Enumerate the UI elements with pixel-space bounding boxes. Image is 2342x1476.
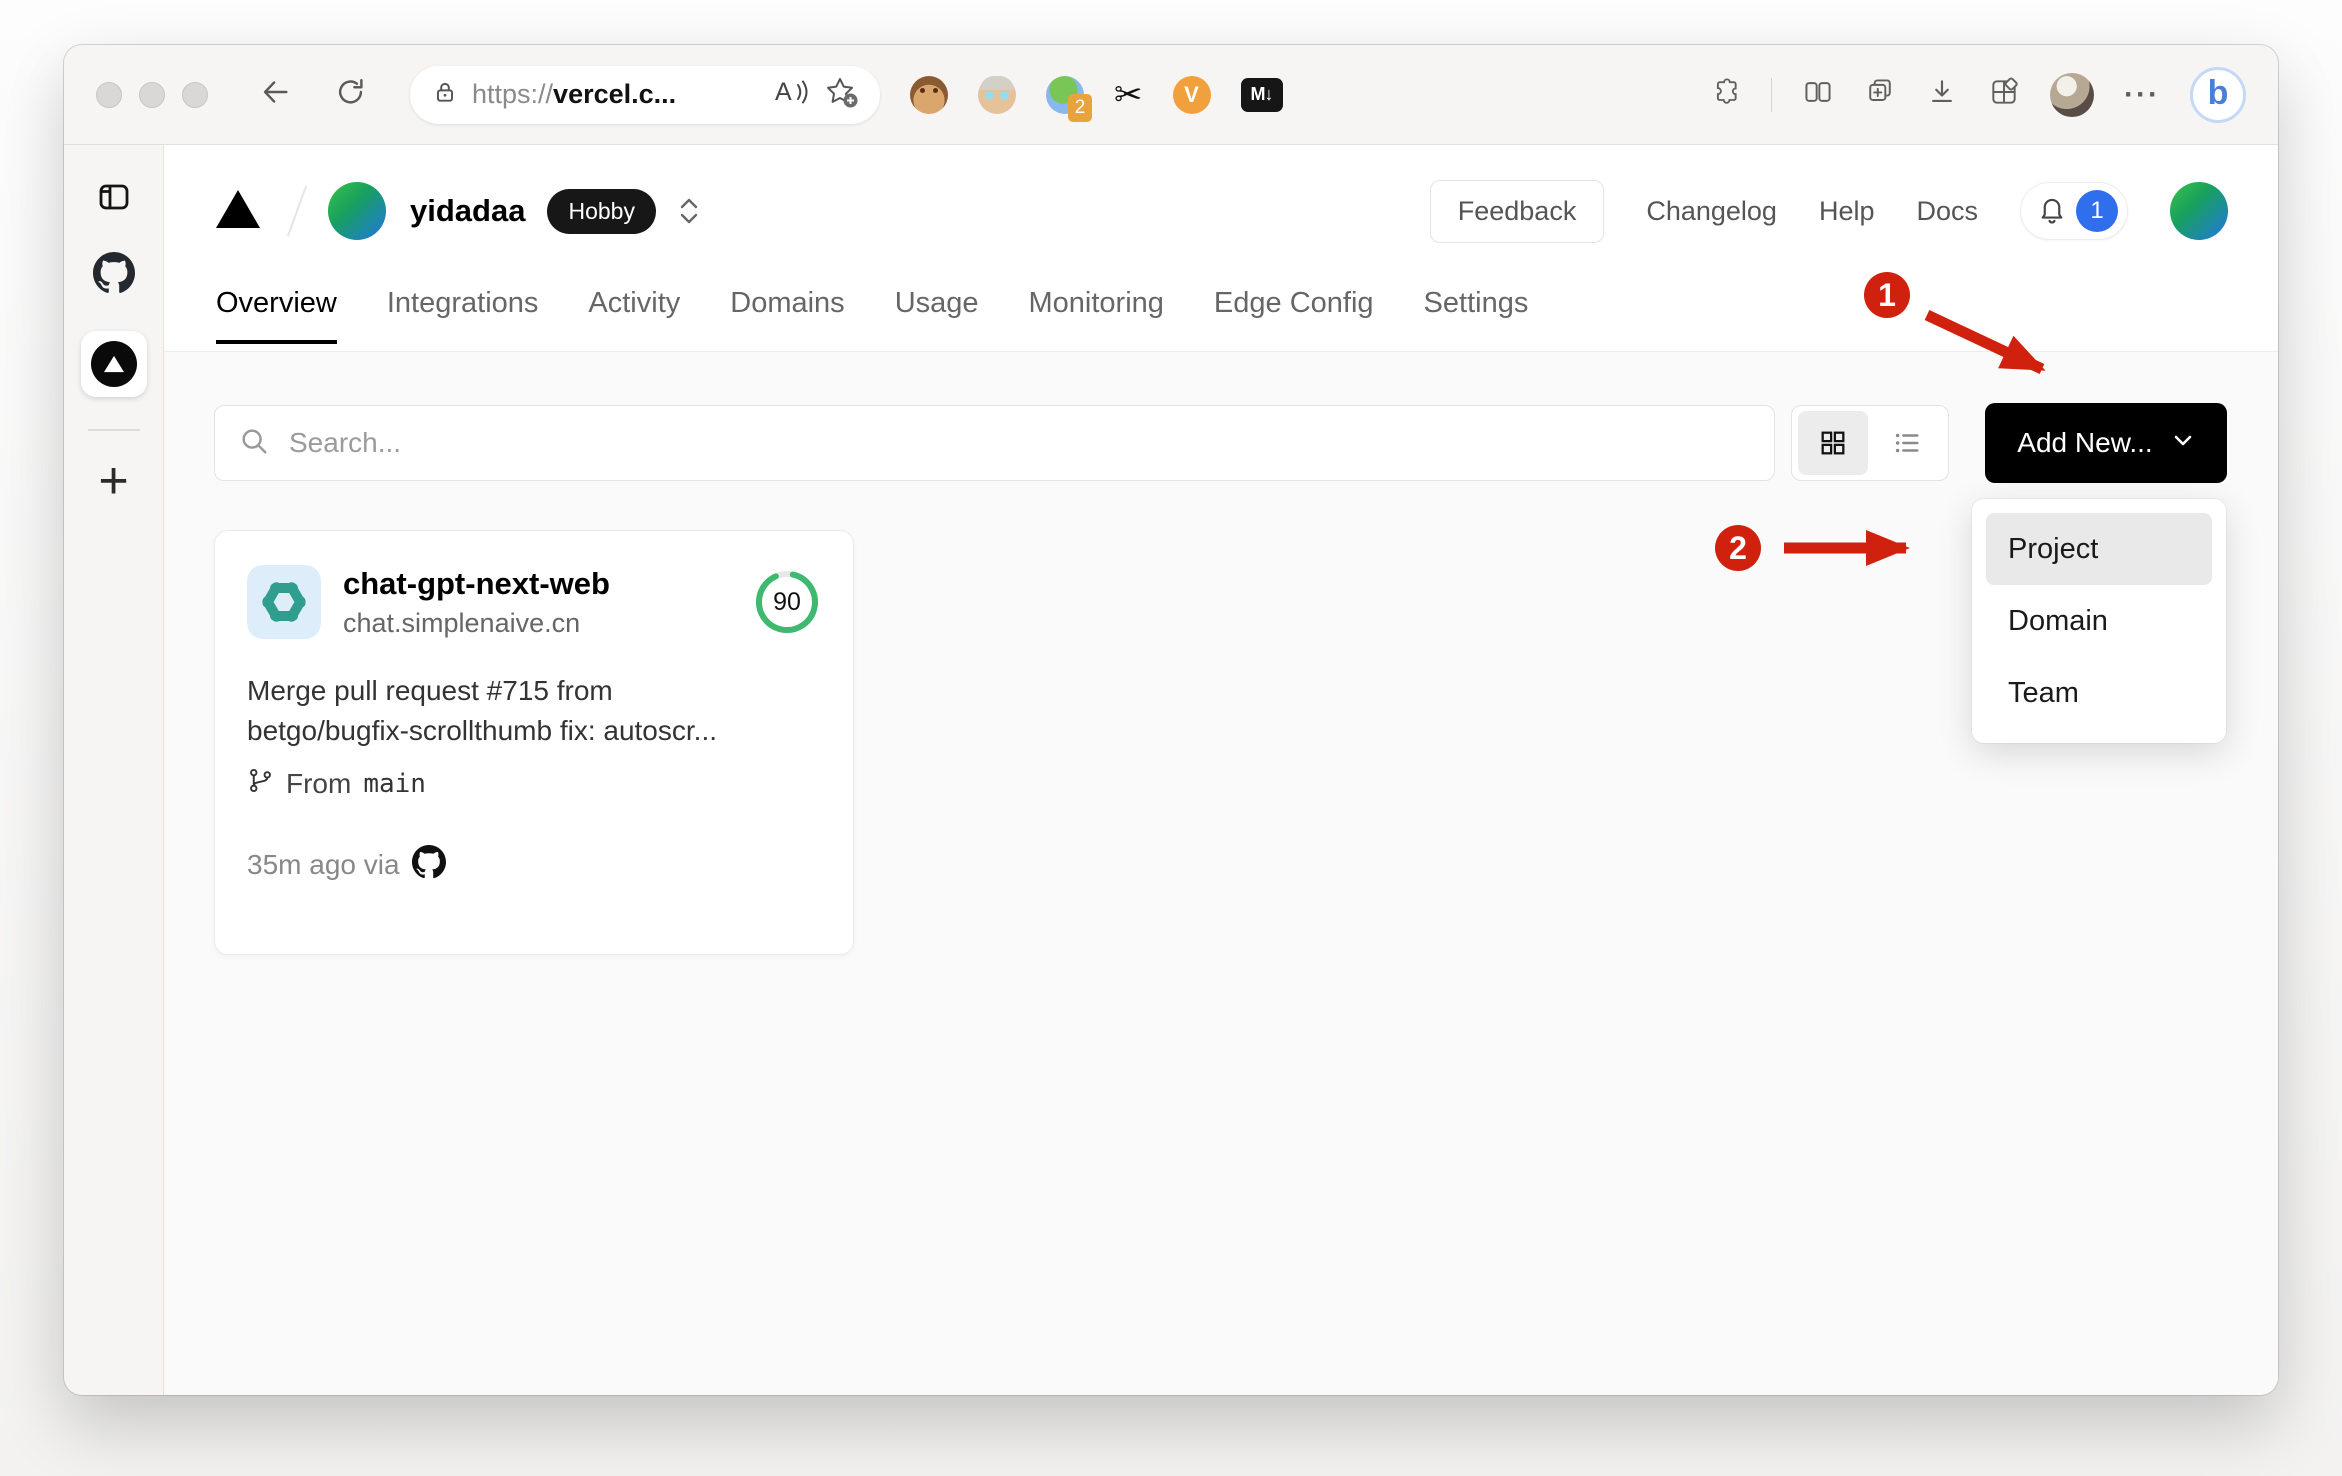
annotation-step-2-number: 2 [1729, 530, 1747, 566]
search-icon [239, 426, 269, 461]
project-logo-tile [247, 565, 321, 639]
edge-sidebar: + [64, 145, 164, 1395]
project-card[interactable]: chat-gpt-next-web chat.simplenaive.cn 90… [214, 530, 854, 955]
commit-message: Merge pull request #715 from betgo/bugfi… [247, 675, 717, 746]
vercel-logo-icon [90, 341, 137, 387]
browser-profile-avatar[interactable] [2050, 72, 2095, 117]
favorite-star-icon[interactable] [824, 76, 858, 113]
back-button[interactable] [258, 75, 292, 114]
tab-overview[interactable]: Overview [216, 287, 337, 344]
tab-edge-config[interactable]: Edge Config [1214, 287, 1374, 344]
notification-count-badge: 1 [2076, 190, 2118, 232]
feedback-button[interactable]: Feedback [1429, 179, 1605, 243]
badge-extension-icon[interactable]: 2 [1046, 75, 1092, 122]
bell-icon [2037, 194, 2067, 229]
downloads-icon[interactable] [1926, 76, 1958, 113]
plan-badge: Hobby [547, 188, 656, 234]
vercel-page: yidadaa Hobby Feedback Changelog Help Do… [164, 145, 2278, 1395]
openai-logo-icon [259, 577, 309, 627]
docs-link[interactable]: Docs [1916, 196, 1978, 227]
git-branch-icon [247, 767, 274, 801]
collections-icon[interactable] [1864, 76, 1896, 113]
search-input[interactable] [289, 427, 1750, 459]
lock-icon [432, 79, 458, 110]
dropdown-item-project[interactable]: Project [1986, 513, 2212, 585]
list-view-button[interactable] [1872, 411, 1942, 475]
tab-monitoring[interactable]: Monitoring [1029, 287, 1164, 344]
window-controls [96, 81, 208, 108]
github-deploy-icon [411, 844, 446, 886]
tab-domains[interactable]: Domains [730, 287, 844, 344]
changelog-link[interactable]: Changelog [1646, 196, 1777, 227]
branch-name: main [363, 768, 426, 799]
toolbar-right-icons: ··· b [1709, 66, 2246, 123]
vercel-header: yidadaa Hobby Feedback Changelog Help Do… [164, 145, 2278, 352]
add-new-dropdown: Project Domain Team [1972, 499, 2226, 743]
extension-badge: 2 [1068, 93, 1092, 122]
branch-prefix: From [286, 767, 352, 799]
sidebar-add-icon[interactable]: + [98, 455, 128, 508]
grid-view-icon [1821, 431, 1845, 455]
team-switcher-button[interactable] [676, 196, 702, 226]
extension-icons: 2 ✂ V M↓ [910, 75, 1283, 122]
breadcrumb-slash [286, 185, 308, 237]
split-screen-icon[interactable] [1802, 76, 1834, 113]
scissors-extension-icon[interactable]: ✂ [1114, 78, 1143, 112]
dropdown-item-team[interactable]: Team [1986, 657, 2212, 729]
sidebar-divider [87, 429, 140, 431]
more-menu-icon[interactable]: ··· [2124, 79, 2160, 110]
svg-text:A: A [775, 78, 792, 106]
score-value: 90 [773, 587, 801, 616]
back-arrow-icon [258, 75, 292, 114]
annotation-step-2: 2 [1715, 525, 1910, 571]
chevron-down-icon [2171, 427, 2195, 459]
refresh-button[interactable] [334, 75, 368, 114]
controls-row: Add New... [214, 403, 2227, 483]
refresh-icon [334, 75, 368, 114]
score-ring[interactable]: 90 [753, 568, 821, 636]
project-name[interactable]: chat-gpt-next-web [343, 565, 610, 604]
browser-window: https://vercel.c... A 2 ✂ V M↓ ··· b + y… [64, 45, 2278, 1395]
extensions-puzzle-icon[interactable] [1709, 76, 1741, 113]
bing-chat-icon[interactable]: b [2190, 66, 2246, 123]
vercel-triangle-logo[interactable] [214, 188, 262, 235]
v-extension-icon[interactable]: V [1172, 75, 1211, 114]
add-new-button[interactable]: Add New... [1985, 403, 2227, 483]
vercel-sidebar-icon-active[interactable] [80, 331, 147, 397]
deploy-meta: 35m ago via [247, 844, 821, 886]
team-name[interactable]: yidadaa [410, 193, 525, 229]
view-toggle [1791, 405, 1949, 481]
tab-integrations[interactable]: Integrations [387, 287, 539, 344]
tab-usage[interactable]: Usage [895, 287, 979, 344]
tampermonkey-extension-icon[interactable] [910, 75, 948, 114]
tab-settings[interactable]: Settings [1424, 287, 1529, 344]
project-domain[interactable]: chat.simplenaive.cn [343, 608, 610, 639]
url-text: https://vercel.c... [472, 79, 677, 109]
github-sidebar-icon[interactable] [92, 252, 135, 299]
markdown-extension-icon[interactable]: M↓ [1240, 77, 1283, 112]
user-avatar[interactable] [2170, 182, 2228, 240]
read-aloud-icon[interactable]: A [774, 77, 808, 112]
browser-toolbar: https://vercel.c... A 2 ✂ V M↓ ··· b [64, 45, 2278, 145]
help-link[interactable]: Help [1819, 196, 1875, 227]
address-bar[interactable]: https://vercel.c... A [410, 65, 880, 124]
team-avatar[interactable] [328, 182, 386, 240]
grid-view-button[interactable] [1798, 411, 1868, 475]
window-zoom-button[interactable] [182, 81, 208, 108]
toolbar-divider [1771, 77, 1773, 112]
dropdown-item-domain[interactable]: Domain [1986, 585, 2212, 657]
sidebar-panel-icon[interactable] [96, 179, 132, 220]
search-box[interactable] [214, 405, 1775, 481]
window-close-button[interactable] [96, 81, 122, 108]
list-view-icon [1895, 433, 1919, 453]
branch-line: From main [247, 767, 821, 801]
tab-activity[interactable]: Activity [588, 287, 680, 344]
notifications-button[interactable]: 1 [2020, 182, 2128, 240]
window-minimize-button[interactable] [139, 81, 165, 108]
workspaces-icon[interactable] [1988, 76, 2020, 113]
vercel-tabs: Overview Integrations Activity Domains U… [214, 287, 2228, 344]
granny-extension-icon[interactable] [978, 75, 1016, 114]
